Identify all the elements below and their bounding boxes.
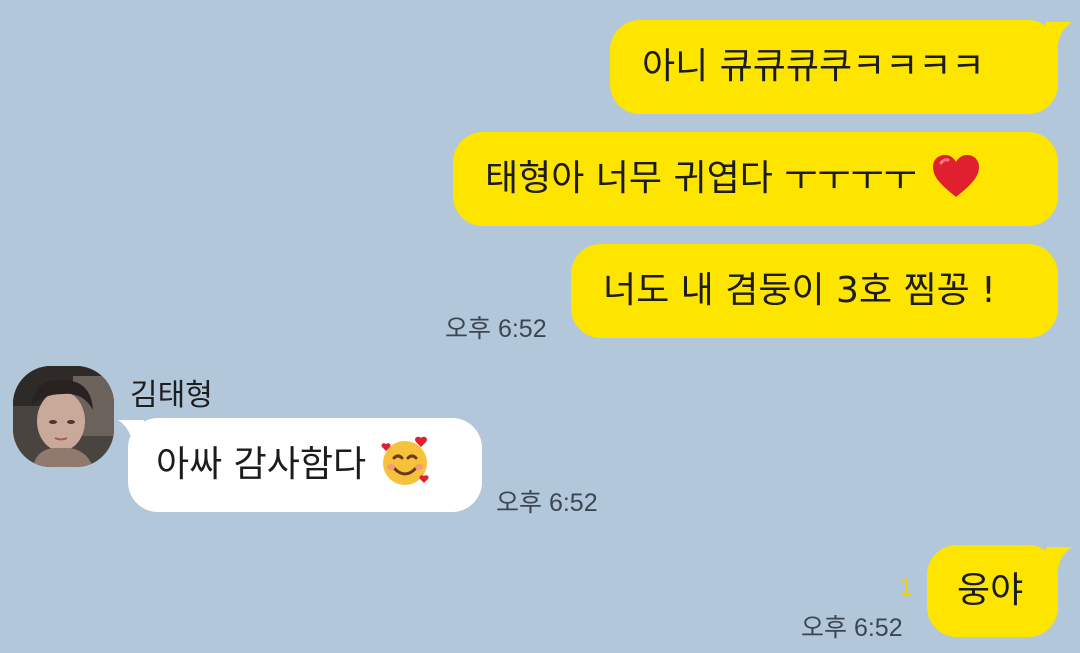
outgoing-message-bubble[interactable]: 태형아 너무 귀엽다 ㅜㅜㅜㅜ (453, 132, 1058, 226)
profile-photo (13, 366, 114, 467)
message-text: 웅야 (957, 570, 1024, 611)
outgoing-message-bubble[interactable]: 너도 내 겸둥이 3호 찜꽁 ! (571, 244, 1058, 338)
message-text: 태형아 너무 귀엽다 ㅜㅜㅜㅜ (485, 158, 917, 199)
message-timestamp: 오후 6:52 (801, 614, 903, 642)
message-timestamp: 오후 6:52 (445, 315, 547, 343)
unread-count: 1 (899, 574, 913, 601)
outgoing-message-bubble[interactable]: 웅야 (927, 545, 1058, 637)
bubble-tail (1046, 22, 1072, 44)
sender-name: 김태형 (130, 378, 213, 413)
chat-room: 아니 큐큐큐쿠ㅋㅋㅋㅋ 태형아 너무 귀엽다 ㅜㅜㅜㅜ 너도 내 겸둥이 3호 … (0, 0, 1080, 653)
outgoing-message-bubble[interactable]: 아니 큐큐큐쿠ㅋㅋㅋㅋ (610, 20, 1058, 114)
message-text: 아싸 감사함다 (156, 444, 367, 485)
message-text: 아니 큐큐큐쿠ㅋㅋㅋㅋ (642, 46, 985, 87)
bubble-tail (1046, 547, 1072, 569)
smiling-face-with-hearts-icon (380, 436, 432, 495)
red-heart-icon (931, 153, 981, 206)
avatar[interactable] (13, 366, 114, 467)
bubble-tail (118, 420, 144, 442)
incoming-message-bubble[interactable]: 아싸 감사함다 (128, 418, 482, 512)
message-timestamp: 오후 6:52 (496, 489, 598, 517)
message-text: 너도 내 겸둥이 3호 찜꽁 ! (603, 270, 996, 311)
